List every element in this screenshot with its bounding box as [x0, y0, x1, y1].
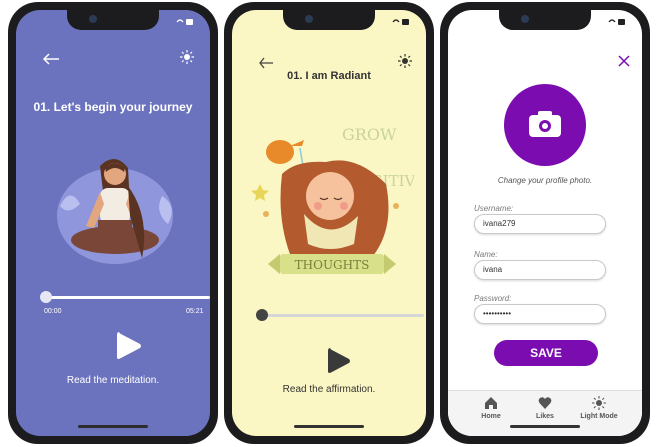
notch	[499, 10, 591, 30]
bottom-nav-items: Home Likes Light Mode	[448, 390, 642, 436]
progress-knob[interactable]	[40, 291, 52, 303]
art-word-thoughts: THOUGHTS	[295, 258, 370, 272]
play-button[interactable]	[115, 330, 143, 367]
home-indicator	[510, 425, 580, 428]
profile-screen: Change your profile photo. Username: iva…	[448, 10, 642, 436]
meditation-caption: Read the meditation.	[66, 375, 160, 386]
username-label: Username:	[474, 204, 514, 213]
notch	[67, 10, 159, 30]
sun-icon	[592, 396, 606, 410]
save-button[interactable]: SAVE	[494, 340, 598, 366]
status-icons	[608, 18, 626, 28]
meditation-screen: 01. Let's begin your journey 00:00 05:21…	[16, 10, 210, 436]
time-total: 05:21	[186, 308, 204, 315]
art-word-grow: GROW	[342, 125, 397, 144]
play-icon	[117, 332, 141, 359]
notch	[283, 10, 375, 30]
close-icon[interactable]	[618, 54, 630, 72]
phone-affirmation: 01. I am Radiant GROW POSITIVE THOUGHTS	[224, 2, 434, 444]
affirmation-illustration: GROW POSITIVE THOUGHTS	[251, 125, 414, 274]
status-icons	[176, 18, 194, 28]
tab-light-mode-label: Light Mode	[580, 413, 618, 420]
username-field[interactable]: ivana279	[474, 214, 606, 234]
heart-icon	[538, 397, 552, 409]
change-photo-text: Change your profile photo.	[497, 176, 593, 185]
tab-home-label: Home	[481, 413, 501, 420]
play-button[interactable]	[326, 346, 352, 381]
password-field[interactable]: ••••••••••	[474, 304, 606, 324]
home-icon	[485, 397, 497, 409]
phone-meditation: 01. Let's begin your journey 00:00 05:21…	[8, 2, 218, 444]
camera-icon	[529, 111, 561, 137]
name-label: Name:	[474, 250, 498, 259]
meditation-illustration	[57, 158, 173, 264]
back-arrow-icon[interactable]	[42, 52, 60, 70]
time-current: 00:00	[44, 308, 62, 315]
play-icon	[328, 348, 350, 373]
tab-light-mode[interactable]: Light Mode	[574, 396, 624, 420]
name-field[interactable]: ivana	[474, 260, 606, 280]
progress-track[interactable]	[262, 314, 424, 317]
progress-track[interactable]	[46, 296, 210, 299]
meditation-title: 01. Let's begin your journey	[33, 100, 193, 114]
affirmation-caption: Read the affirmation.	[282, 384, 376, 395]
tab-home[interactable]: Home	[466, 396, 516, 420]
tab-likes[interactable]: Likes	[520, 396, 570, 420]
affirmation-title: 01. I am Radiant	[287, 70, 371, 82]
tab-likes-label: Likes	[536, 413, 554, 420]
affirmation-screen: 01. I am Radiant GROW POSITIVE THOUGHTS	[232, 10, 426, 436]
status-icons	[392, 18, 410, 28]
home-indicator	[294, 425, 364, 428]
progress-knob[interactable]	[256, 309, 268, 321]
password-label: Password:	[474, 294, 512, 303]
sun-icon[interactable]	[180, 50, 194, 69]
home-indicator	[78, 425, 148, 428]
phone-profile: Change your profile photo. Username: iva…	[440, 2, 650, 444]
avatar-button[interactable]	[504, 84, 586, 166]
